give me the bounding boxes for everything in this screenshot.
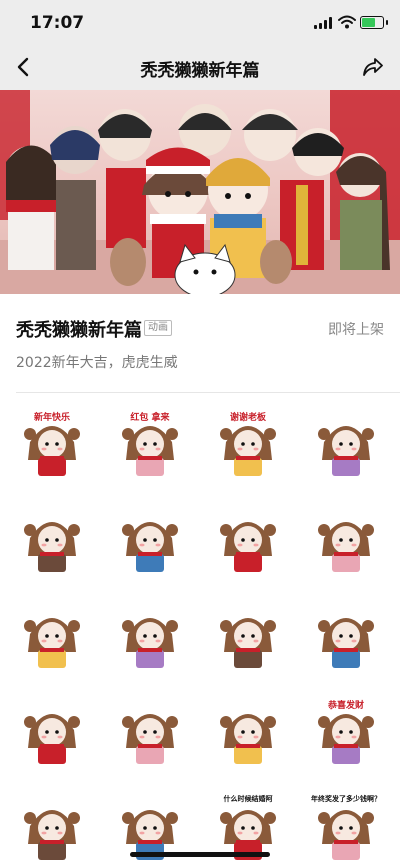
sticker-illustration	[310, 408, 382, 480]
animated-badge: 动画	[144, 320, 172, 336]
battery-icon	[360, 16, 388, 29]
sticker-item[interactable]	[212, 600, 284, 672]
sticker-caption: 恭喜发财	[327, 701, 364, 711]
sticker-item[interactable]	[212, 696, 284, 768]
sticker-illustration	[310, 504, 382, 576]
sticker-item[interactable]	[114, 696, 186, 768]
share-icon[interactable]	[360, 54, 386, 80]
sticker-illustration	[310, 600, 382, 672]
sticker-illustration	[114, 504, 186, 576]
sticker-item[interactable]: 红包 拿来	[114, 408, 186, 480]
sticker-item[interactable]: 新年快乐	[16, 408, 88, 480]
home-indicator	[130, 852, 270, 857]
sticker-illustration	[16, 600, 88, 672]
sticker-item[interactable]	[310, 408, 382, 480]
sticker-illustration	[212, 600, 284, 672]
sticker-item[interactable]	[310, 600, 382, 672]
sticker-illustration	[16, 696, 88, 768]
sticker-caption: 年终奖发了多少钱啊？	[311, 795, 381, 803]
sticker-item[interactable]	[114, 504, 186, 576]
sticker-caption: 什么时候结婚阿	[223, 795, 273, 803]
sticker-item[interactable]	[310, 504, 382, 576]
divider	[16, 392, 400, 393]
release-status: 即将上架	[328, 322, 384, 338]
sticker-item[interactable]	[16, 504, 88, 576]
pack-name: 秃秃獭獭新年篇	[16, 320, 142, 341]
sticker-caption: 红包 拿来	[130, 413, 170, 423]
sticker-illustration	[114, 600, 186, 672]
sticker-illustration	[212, 504, 284, 576]
sticker-item[interactable]	[114, 600, 186, 672]
sticker-illustration	[212, 696, 284, 768]
pack-description: 2022新年大吉，虎虎生威	[16, 355, 178, 371]
sticker-caption: 谢谢老板	[229, 413, 266, 423]
sticker-illustration	[16, 504, 88, 576]
status-bar: 17:07	[0, 0, 400, 44]
sticker-illustration	[114, 696, 186, 768]
sticker-illustration	[16, 792, 88, 864]
sticker-item[interactable]	[16, 792, 88, 864]
sticker-item[interactable]	[16, 600, 88, 672]
sticker-item[interactable]	[16, 696, 88, 768]
sticker-item[interactable]: 谢谢老板	[212, 408, 284, 480]
signal-icon	[314, 17, 334, 29]
sticker-item[interactable]	[212, 504, 284, 576]
sticker-grid: 新年快乐 红包 拿来 谢谢老板恭喜发财什么时候结婚阿 年终奖发了多少钱啊？	[16, 408, 384, 864]
wifi-icon	[338, 15, 356, 29]
sticker-caption: 新年快乐	[33, 413, 70, 423]
page-title: 秃秃獭獭新年篇	[140, 61, 260, 81]
status-time: 17:07	[30, 13, 85, 33]
nav-bar: 秃秃獭獭新年篇	[0, 44, 400, 90]
banner-illustration	[0, 90, 400, 294]
sticker-item[interactable]: 年终奖发了多少钱啊？	[310, 792, 382, 864]
sticker-item[interactable]: 恭喜发财	[310, 696, 382, 768]
pack-banner	[0, 90, 400, 294]
